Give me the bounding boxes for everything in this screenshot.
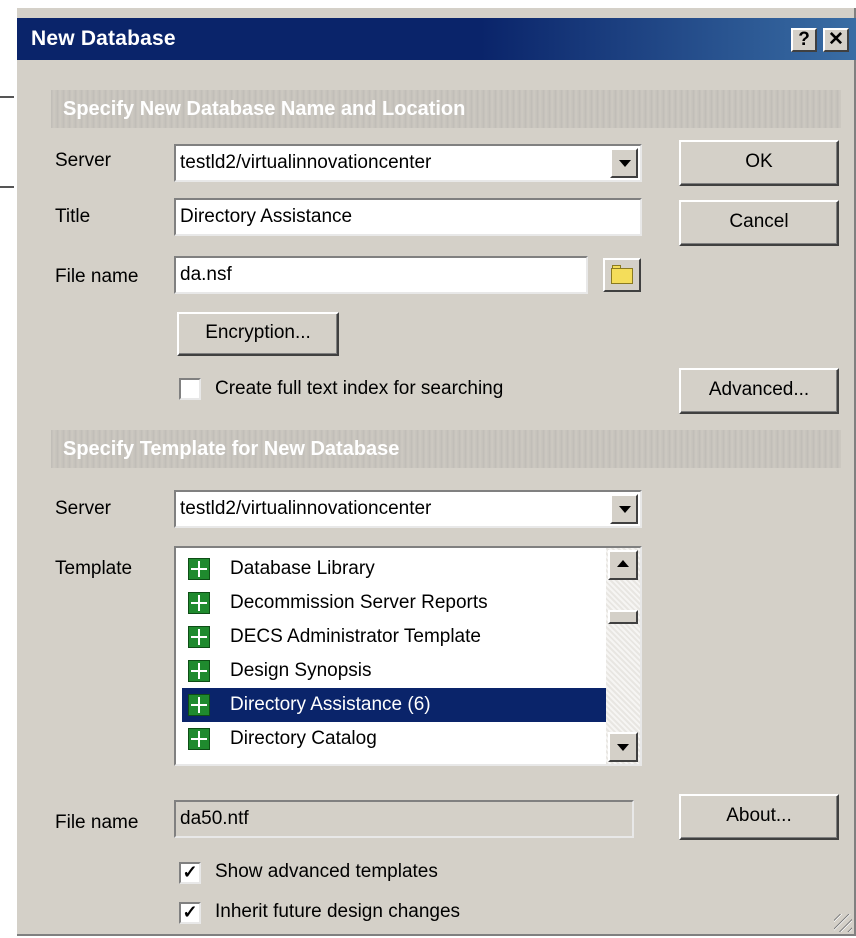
show-advanced-checkbox[interactable]: ✓	[179, 862, 201, 884]
chevron-down-icon	[617, 744, 629, 751]
browse-folder-button[interactable]	[603, 258, 641, 292]
new-database-dialog: New Database ? ✕ Specify New Database Na…	[14, 6, 856, 936]
list-item-selected[interactable]: Directory Assistance (6)	[182, 688, 606, 722]
title-label: Title	[55, 206, 91, 227]
show-advanced-label: Show advanced templates	[215, 861, 438, 882]
help-button[interactable]: ?	[791, 28, 817, 52]
template-label: Template	[55, 558, 133, 579]
template-server-label: Server	[55, 498, 111, 519]
cancel-button[interactable]: Cancel	[679, 200, 839, 246]
database-template-icon	[188, 728, 210, 750]
template-filename-label: File name	[55, 812, 139, 833]
list-item[interactable]: Database Library	[182, 552, 606, 586]
encryption-button[interactable]: Encryption...	[177, 312, 339, 356]
template-server-dropdown-arrow[interactable]	[610, 494, 638, 524]
scroll-down-button[interactable]	[608, 732, 638, 762]
chevron-down-icon	[619, 160, 631, 167]
resize-grip[interactable]	[834, 914, 852, 932]
list-item[interactable]: Decommission Server Reports	[182, 586, 606, 620]
background-divider	[0, 186, 14, 188]
database-template-icon	[188, 694, 210, 716]
template-list-scrollbar[interactable]	[606, 548, 640, 764]
background-divider	[0, 96, 14, 98]
server-value: testld2/virtualinnovationcenter	[180, 152, 432, 173]
database-template-icon	[188, 592, 210, 614]
template-server-dropdown[interactable]: testld2/virtualinnovationcenter	[174, 490, 642, 528]
close-button[interactable]: ✕	[823, 28, 849, 52]
server-dropdown[interactable]: testld2/virtualinnovationcenter	[174, 144, 642, 182]
template-list[interactable]: Database Library Decommission Server Rep…	[174, 546, 642, 766]
inherit-design-checkbox[interactable]: ✓	[179, 902, 201, 924]
inherit-design-label: Inherit future design changes	[215, 901, 461, 922]
chevron-down-icon	[619, 506, 631, 513]
scroll-thumb[interactable]	[608, 610, 638, 624]
fulltext-index-checkbox[interactable]	[179, 378, 201, 400]
database-template-icon	[188, 626, 210, 648]
list-item[interactable]: DECS Administrator Template	[182, 620, 606, 654]
list-item[interactable]: Directory Catalog	[182, 722, 606, 756]
dialog-title: New Database	[31, 27, 176, 50]
advanced-button[interactable]: Advanced...	[679, 368, 839, 414]
ok-button[interactable]: OK	[679, 140, 839, 186]
title-input[interactable]: Directory Assistance	[174, 198, 642, 236]
database-template-icon	[188, 558, 210, 580]
scroll-up-button[interactable]	[608, 550, 638, 580]
title-bar[interactable]: New Database ? ✕	[17, 18, 856, 60]
chevron-up-icon	[617, 560, 629, 567]
template-section-header: Specify Template for New Database	[51, 430, 841, 468]
about-button[interactable]: About...	[679, 794, 839, 840]
new-database-section-header: Specify New Database Name and Location	[51, 90, 841, 128]
database-template-icon	[188, 660, 210, 682]
server-dropdown-arrow[interactable]	[610, 148, 638, 178]
folder-icon	[611, 268, 633, 284]
list-item[interactable]: Design Synopsis	[182, 654, 606, 688]
filename-input[interactable]: da.nsf	[174, 256, 588, 294]
template-server-value: testld2/virtualinnovationcenter	[180, 498, 432, 519]
server-label: Server	[55, 150, 111, 171]
fulltext-index-label: Create full text index for searching	[215, 378, 504, 399]
filename-label: File name	[55, 266, 139, 287]
template-filename-field: da50.ntf	[174, 800, 634, 838]
